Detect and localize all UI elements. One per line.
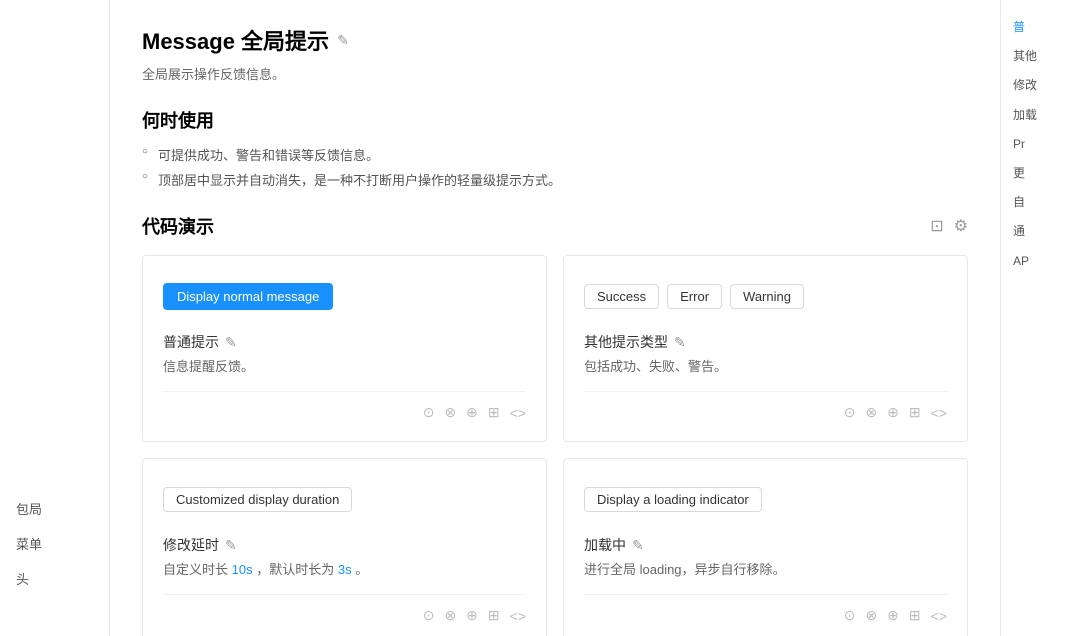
- right-sidebar-item-0[interactable]: 普: [1009, 16, 1072, 39]
- right-sidebar-item-8[interactable]: AP: [1009, 250, 1072, 273]
- toolbar-preview-icon[interactable]: ⊙: [423, 404, 435, 421]
- bullet-item-2: 顶部居中显示并自动消失，是一种不打断用户操作的轻量级提示方式。: [142, 170, 968, 189]
- demo-card-normal-label: 普通提示 ✎: [163, 332, 526, 352]
- demo-card-normal-toolbar: ⊙ ⊗ ⊕ ⊞ <>: [163, 391, 526, 421]
- sidebar-item-menu[interactable]: 菜单: [0, 526, 109, 561]
- bullet-item-1: 可提供成功、警告和错误等反馈信息。: [142, 145, 968, 164]
- demo-section-title: 代码演示: [142, 213, 214, 239]
- toolbar-copy-icon-4[interactable]: ⊞: [909, 607, 921, 624]
- toolbar-settings-icon-4[interactable]: ⊗: [865, 607, 877, 624]
- when-to-use-heading: 何时使用: [142, 107, 968, 133]
- duration-label-edit-icon[interactable]: ✎: [225, 537, 237, 554]
- demo-card-types: Success Error Warning 其他提示类型 ✎ 包括成功、失败、警…: [563, 255, 968, 442]
- demo-section-header: 代码演示 ⊡ ⚙: [142, 213, 968, 239]
- right-sidebar-item-1[interactable]: 其他: [1009, 45, 1072, 68]
- demo-card-duration-label: 修改延时 ✎: [163, 535, 526, 555]
- demo-card-duration-toolbar: ⊙ ⊗ ⊕ ⊞ <>: [163, 594, 526, 624]
- page-title: Message 全局提示: [142, 24, 329, 56]
- duration-value-3s: 3s: [338, 562, 352, 577]
- demo-card-loading-toolbar: ⊙ ⊗ ⊕ ⊞ <>: [584, 594, 947, 624]
- demo-card-loading-desc: 进行全局 loading，异步自行移除。: [584, 559, 947, 578]
- demo-card-loading-content: Display a loading indicator: [584, 479, 947, 519]
- toolbar-code-icon-2[interactable]: <>: [931, 405, 947, 421]
- when-to-use-list: 可提供成功、警告和错误等反馈信息。 顶部居中显示并自动消失，是一种不打断用户操作…: [142, 145, 968, 189]
- toolbar-code-icon-3[interactable]: <>: [510, 608, 526, 624]
- toolbar-code-icon-4[interactable]: <>: [931, 608, 947, 624]
- customized-duration-button[interactable]: Customized display duration: [163, 487, 352, 512]
- demo-card-duration-content: Customized display duration: [163, 479, 526, 519]
- demo-card-duration-desc: 自定义时长 10s ，默认时长为 3s 。: [163, 559, 526, 578]
- demo-card-normal-desc: 信息提醒反馈。: [163, 356, 526, 375]
- types-label-edit-icon[interactable]: ✎: [674, 334, 686, 351]
- display-normal-message-button[interactable]: Display normal message: [163, 283, 333, 310]
- toolbar-copy-icon[interactable]: ⊞: [488, 404, 500, 421]
- sidebar-item-layout[interactable]: 包局: [0, 491, 109, 526]
- right-sidebar-item-7[interactable]: 通: [1009, 220, 1072, 243]
- demo-card-normal-content: Display normal message: [163, 276, 526, 316]
- page-subtitle: 全局展示操作反馈信息。: [142, 64, 968, 83]
- demo-card-loading-label: 加载中 ✎: [584, 535, 947, 555]
- demo-card-loading: Display a loading indicator 加载中 ✎ 进行全局 l…: [563, 458, 968, 636]
- sidebar-item-head[interactable]: 头: [0, 561, 109, 596]
- message-type-buttons: Success Error Warning: [584, 284, 804, 309]
- right-sidebar-item-5[interactable]: 更: [1009, 162, 1072, 185]
- toolbar-code-icon[interactable]: <>: [510, 405, 526, 421]
- left-sidebar: 包局 菜单 头: [0, 0, 110, 636]
- page-title-row: Message 全局提示 ✎: [142, 24, 968, 56]
- right-sidebar: 普 其他 修改 加载 Pr 更 自 通 AP: [1000, 0, 1080, 636]
- demo-card-normal: Display normal message 普通提示 ✎ 信息提醒反馈。 ⊙ …: [142, 255, 547, 442]
- demo-card-types-content: Success Error Warning: [584, 276, 947, 316]
- demo-card-duration: Customized display duration 修改延时 ✎ 自定义时长…: [142, 458, 547, 636]
- title-edit-icon[interactable]: ✎: [337, 32, 349, 49]
- error-button[interactable]: Error: [667, 284, 722, 309]
- toolbar-preview-icon-2[interactable]: ⊙: [844, 404, 856, 421]
- toolbar-copy-icon-3[interactable]: ⊞: [488, 607, 500, 624]
- expand-icon[interactable]: ⊡: [930, 216, 943, 236]
- display-loading-button[interactable]: Display a loading indicator: [584, 487, 762, 512]
- toolbar-settings-icon-3[interactable]: ⊗: [444, 607, 456, 624]
- toolbar-link-icon-2[interactable]: ⊕: [887, 404, 899, 421]
- demo-card-types-label: 其他提示类型 ✎: [584, 332, 947, 352]
- success-button[interactable]: Success: [584, 284, 659, 309]
- demo-grid: Display normal message 普通提示 ✎ 信息提醒反馈。 ⊙ …: [142, 255, 968, 636]
- demo-card-types-toolbar: ⊙ ⊗ ⊕ ⊞ <>: [584, 391, 947, 421]
- demo-card-types-desc: 包括成功、失败、警告。: [584, 356, 947, 375]
- normal-label-edit-icon[interactable]: ✎: [225, 334, 237, 351]
- right-sidebar-item-4[interactable]: Pr: [1009, 133, 1072, 156]
- right-sidebar-item-6[interactable]: 自: [1009, 191, 1072, 214]
- right-sidebar-item-2[interactable]: 修改: [1009, 74, 1072, 97]
- loading-label-edit-icon[interactable]: ✎: [632, 537, 644, 554]
- toolbar-preview-icon-4[interactable]: ⊙: [844, 607, 856, 624]
- demo-section-icons: ⊡ ⚙: [930, 216, 968, 236]
- toolbar-link-icon-4[interactable]: ⊕: [887, 607, 899, 624]
- warning-button[interactable]: Warning: [730, 284, 804, 309]
- toolbar-link-icon[interactable]: ⊕: [466, 404, 478, 421]
- toolbar-preview-icon-3[interactable]: ⊙: [423, 607, 435, 624]
- toolbar-settings-icon[interactable]: ⊗: [444, 404, 456, 421]
- main-content: Message 全局提示 ✎ 全局展示操作反馈信息。 何时使用 可提供成功、警告…: [110, 0, 1000, 636]
- right-sidebar-item-3[interactable]: 加载: [1009, 104, 1072, 127]
- toolbar-link-icon-3[interactable]: ⊕: [466, 607, 478, 624]
- duration-value-10s: 10s: [232, 562, 253, 577]
- toolbar-copy-icon-2[interactable]: ⊞: [909, 404, 921, 421]
- toolbar-settings-icon-2[interactable]: ⊗: [865, 404, 877, 421]
- settings-icon[interactable]: ⚙: [954, 216, 968, 236]
